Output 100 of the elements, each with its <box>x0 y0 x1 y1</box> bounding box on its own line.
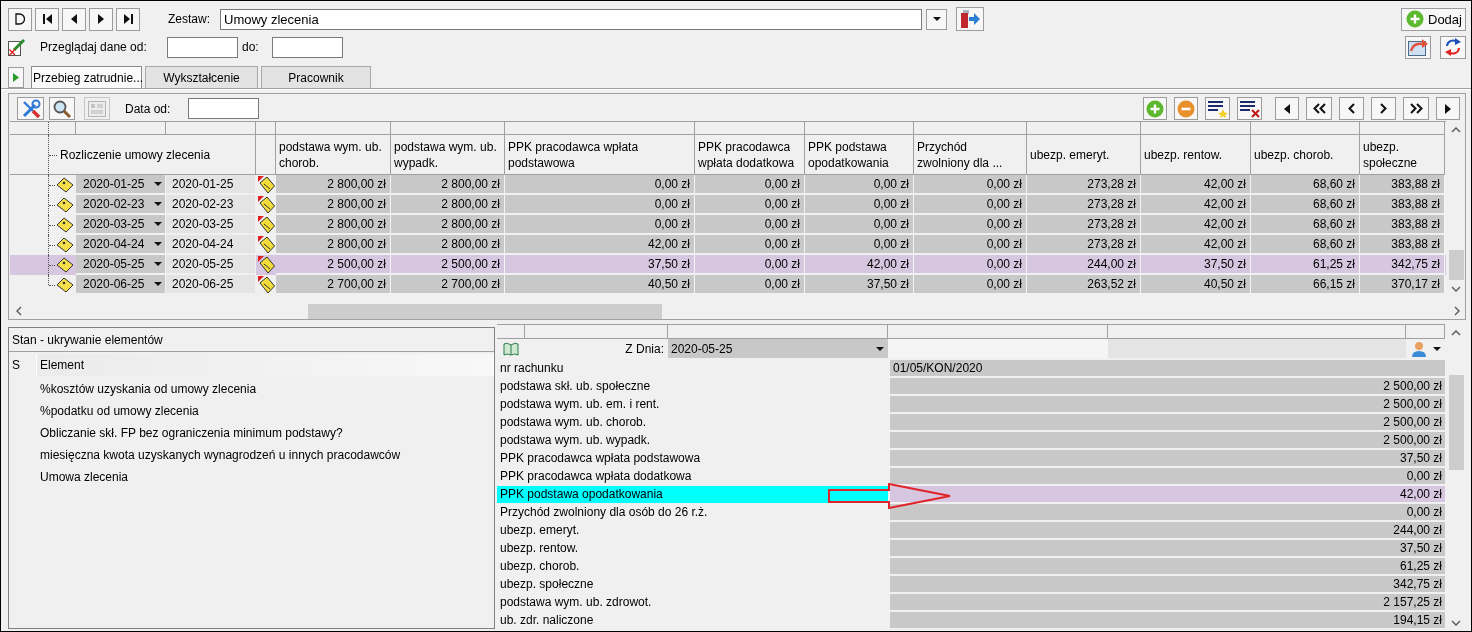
last-record-button[interactable] <box>116 7 140 31</box>
date-combo[interactable]: 2020-05-25 <box>76 255 166 275</box>
field-label[interactable]: podstawa wym. ub. wypadk. <box>497 432 888 449</box>
field-label[interactable]: ubezp. rentow. <box>497 540 888 557</box>
table-cell: 0,00 zł <box>914 235 1027 255</box>
list-item[interactable]: %podatku od umowy zlecenia <box>9 400 494 422</box>
export-button[interactable] <box>1405 35 1431 59</box>
tree-node-label: Rozliczenie umowy zlecenia <box>60 147 211 162</box>
date-combo[interactable]: 2020-01-25 <box>76 175 166 195</box>
new-line-button[interactable] <box>1205 97 1230 120</box>
table-cell: 342,75 zł <box>1360 255 1445 275</box>
field-label[interactable]: ubezp. chorob. <box>497 558 888 575</box>
add-row-button[interactable] <box>1143 97 1167 120</box>
refresh-button[interactable] <box>1440 35 1466 59</box>
back-button[interactable] <box>1339 97 1364 120</box>
column-header[interactable]: S <box>9 354 37 376</box>
table-cell: 2020-02-23 <box>166 195 256 215</box>
table-cell: 0,00 zł <box>914 195 1027 215</box>
table-cell: 0,00 zł <box>505 215 695 235</box>
previous-record-button[interactable] <box>62 7 86 31</box>
add-button[interactable]: Dodaj <box>1401 7 1466 31</box>
list-item[interactable]: Umowa zlecenia <box>9 466 494 488</box>
page-back-button[interactable] <box>1306 97 1332 120</box>
table-cell: 383,88 zł <box>1360 215 1445 235</box>
calculator-icon <box>88 100 106 117</box>
next-record-button[interactable] <box>89 7 113 31</box>
field-value: 42,00 zł <box>890 486 1445 502</box>
search-button[interactable] <box>49 97 75 120</box>
table-cell: 68,60 zł <box>1251 235 1360 255</box>
page-forward-button[interactable] <box>1403 97 1429 120</box>
field-label[interactable]: nr rachunku <box>497 360 888 377</box>
tools-button[interactable] <box>17 97 44 120</box>
scroll-thumb[interactable] <box>308 303 662 319</box>
tab[interactable]: Przebieg zatrudnie... <box>31 66 142 88</box>
table-cell: 42,00 zł <box>1141 215 1251 235</box>
list-item[interactable]: %kosztów uzyskania od umowy zlecenia <box>9 378 494 400</box>
table-cell: 0,00 zł <box>914 215 1027 235</box>
expand-button[interactable] <box>8 66 24 88</box>
new-record-button[interactable] <box>8 7 32 31</box>
field-value: 61,25 zł <box>890 558 1445 574</box>
table-row[interactable]: 2020-05-25 2020-05-25 2 500,00 zł 2 500,00 zł 37,50 zł 0,00 zł 42,00 zł 0,00 zł 244,00 zł 37,50 zł 61,25 zł 342,75 zł <box>10 255 1446 275</box>
forward-button[interactable] <box>1371 97 1396 120</box>
tag-icon <box>56 257 74 273</box>
field-label[interactable]: PPK pracodawca wpłata podstawowa <box>497 450 888 467</box>
remove-row-button[interactable] <box>1174 97 1198 120</box>
table-cell: 68,60 zł <box>1251 215 1360 235</box>
field-label[interactable]: PPK podstawa opodatkowania <box>497 486 888 503</box>
column-header[interactable]: Element <box>37 354 494 376</box>
field-label[interactable]: podstawa skł. ub. społeczne <box>497 378 888 395</box>
delete-line-button[interactable] <box>1237 97 1262 120</box>
transfer-button[interactable] <box>956 7 984 31</box>
scroll-thumb[interactable] <box>1448 250 1464 280</box>
chevron-left-icon <box>1348 103 1355 114</box>
date-from-field[interactable] <box>167 36 238 58</box>
list-item[interactable]: Obliczanie skł. FP bez ograniczenia minimum podstawy? <box>9 422 494 444</box>
field-label[interactable]: ubezp. emeryt. <box>497 522 888 539</box>
field-label[interactable]: ubezp. społeczne <box>497 576 888 593</box>
panel-title: Stan - ukrywanie elementów <box>12 332 163 347</box>
note-icon <box>257 236 275 254</box>
tab[interactable]: Wykształcenie <box>145 66 258 88</box>
scroll-start-button[interactable] <box>1275 97 1299 120</box>
date-to-field[interactable] <box>272 36 343 58</box>
field-label[interactable]: podstawa wym. ub. zdrowot. <box>497 594 888 611</box>
table-cell: 2 800,00 zł <box>391 175 505 195</box>
dropdown-button[interactable] <box>926 8 947 30</box>
transfer-icon <box>960 10 980 28</box>
field-label[interactable]: podstawa wym. ub. chorob. <box>497 414 888 431</box>
skip-forward-icon <box>123 14 133 24</box>
scroll-left-icon <box>15 306 22 316</box>
table-cell: 42,00 zł <box>1141 195 1251 215</box>
field-label[interactable]: ub. zdr. naliczone <box>497 612 888 629</box>
table-cell: 40,50 zł <box>1141 275 1251 295</box>
field-label[interactable]: PPK pracodawca wpłata dodatkowa <box>497 468 888 485</box>
play-icon <box>13 72 19 82</box>
d-shape-icon <box>15 13 25 25</box>
table-cell: 0,00 zł <box>914 175 1027 195</box>
scroll-end-button[interactable] <box>1436 97 1460 120</box>
date-combo[interactable]: 2020-06-25 <box>76 275 166 295</box>
chevron-right-icon <box>1380 103 1387 114</box>
set-field[interactable]: Umowy zlecenia <box>220 8 922 30</box>
field-label[interactable]: podstawa wym. ub. em. i rent. <box>497 396 888 413</box>
book-icon[interactable] <box>503 341 519 356</box>
table-cell: 2 800,00 zł <box>276 235 391 255</box>
list-item[interactable]: miesięczna kwota uzyskanych wynagrodzeń u innych pracodawców <box>9 444 494 466</box>
field-value: 37,50 zł <box>890 540 1445 556</box>
date-dropdown[interactable]: 2020-05-25 <box>668 339 888 358</box>
caret-icon <box>1433 346 1441 351</box>
scroll-thumb[interactable] <box>1448 375 1464 470</box>
minus-circle-icon <box>1177 99 1195 118</box>
tools-icon <box>20 98 41 119</box>
first-record-button[interactable] <box>35 7 59 31</box>
tab[interactable]: Pracownik <box>261 66 371 88</box>
field-label: Zestaw: <box>168 12 210 26</box>
date-combo[interactable]: 2020-02-23 <box>76 195 166 215</box>
date-combo[interactable]: 2020-03-25 <box>76 215 166 235</box>
table-cell: 0,00 zł <box>695 175 805 195</box>
date-combo[interactable]: 2020-04-24 <box>76 235 166 255</box>
field-label[interactable]: Przychód zwolniony dla osób do 26 r.ż. <box>497 504 888 521</box>
triangle-left-icon <box>71 14 77 24</box>
date-from-field[interactable] <box>188 98 259 119</box>
